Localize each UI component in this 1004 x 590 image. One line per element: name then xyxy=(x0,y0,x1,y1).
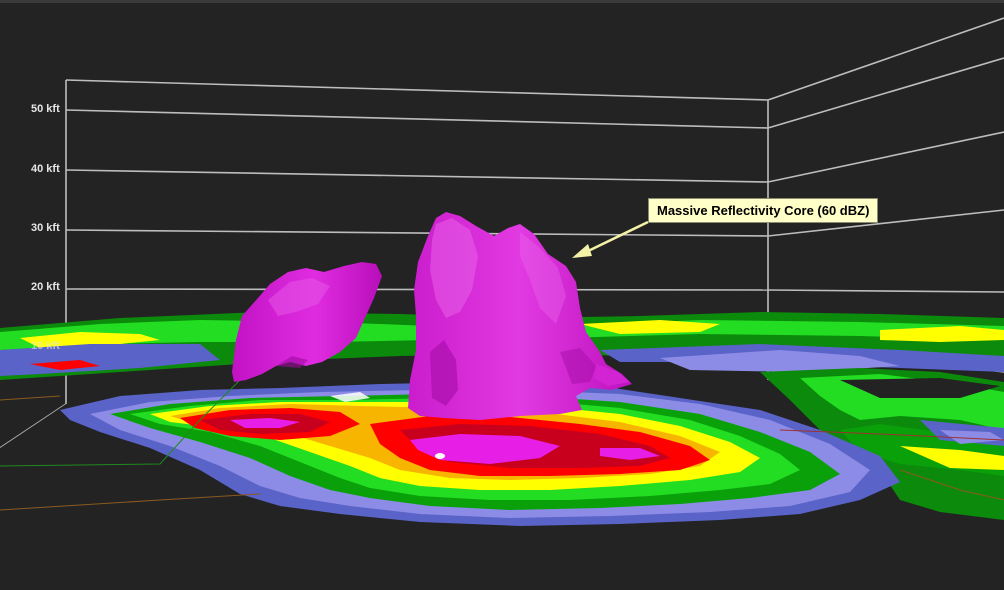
secondary-reflectivity-core xyxy=(232,262,382,382)
radar-3d-view: 50 kft 40 kft 30 kft 20 kft 10 kft Massi… xyxy=(0,0,1004,590)
altitude-label-40: 40 kft xyxy=(31,163,60,175)
altitude-label-30: 30 kft xyxy=(31,222,60,234)
core-annotation-callout: Massive Reflectivity Core (60 dBZ) xyxy=(648,198,879,223)
top-border xyxy=(0,0,1004,3)
radar-3d-render xyxy=(0,0,1004,590)
altitude-label-10: 10 kft xyxy=(31,340,60,352)
callout-arrow xyxy=(572,220,649,258)
altitude-label-50: 50 kft xyxy=(31,103,60,115)
altitude-label-20: 20 kft xyxy=(31,281,60,293)
